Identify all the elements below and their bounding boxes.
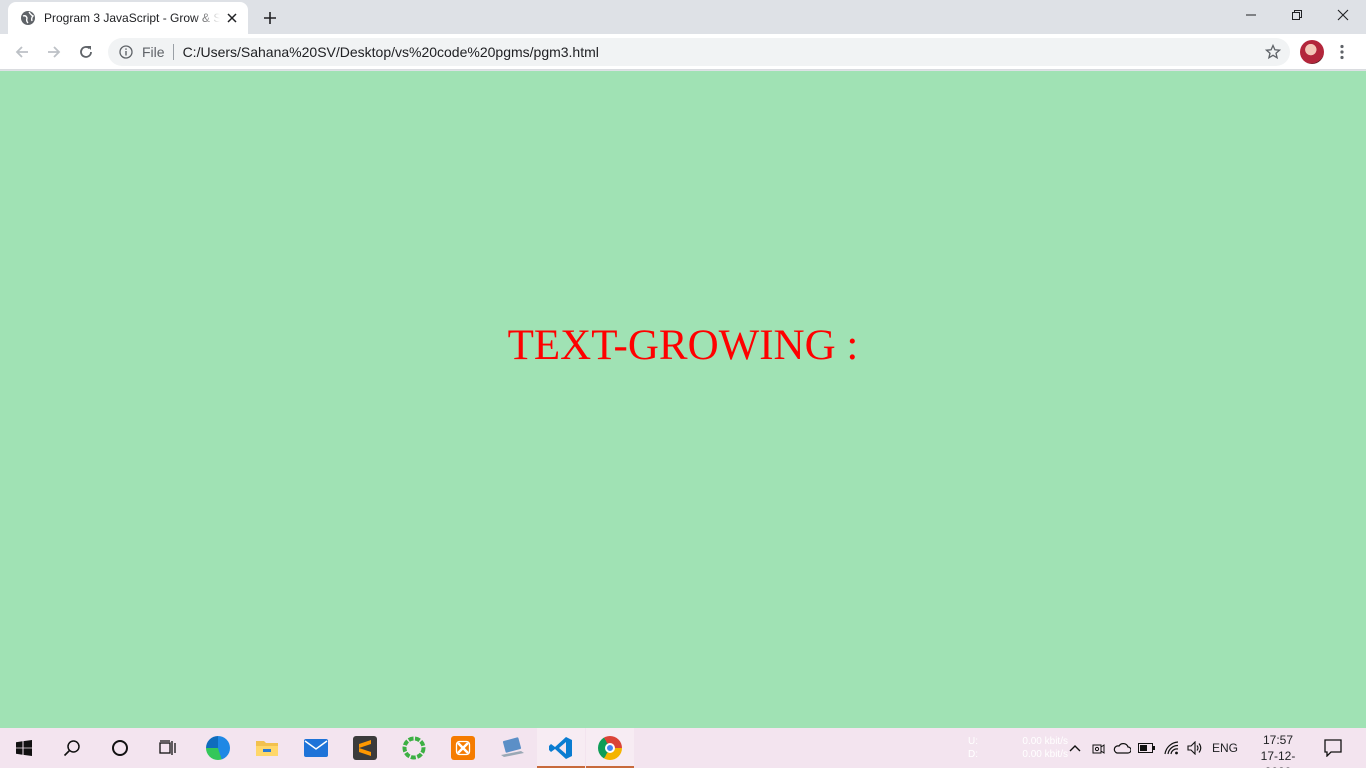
onedrive-icon[interactable] — [1112, 738, 1132, 758]
file-explorer-icon[interactable] — [243, 728, 291, 768]
restore-icon[interactable] — [1274, 0, 1320, 30]
profile-avatar[interactable] — [1300, 40, 1324, 64]
site-info-icon[interactable] — [118, 44, 134, 60]
globe-icon — [20, 10, 36, 26]
growing-text: TEXT-GROWING : — [507, 322, 859, 369]
minimize-icon[interactable] — [1228, 0, 1274, 30]
search-icon[interactable] — [48, 728, 96, 768]
tab-strip: Program 3 JavaScript - Grow & Shrink — [0, 0, 1366, 34]
wifi-icon[interactable] — [1162, 738, 1182, 758]
address-bar[interactable]: File C:/Users/Sahana%20SV/Desktop/vs%20c… — [108, 38, 1290, 66]
upload-label: U: — [968, 736, 978, 747]
system-clock[interactable]: 17:57 17-12-2020 — [1248, 732, 1308, 768]
clock-time: 17:57 — [1262, 733, 1294, 747]
green-circle-app-icon[interactable] — [390, 728, 438, 768]
notification-center-icon[interactable] — [1320, 736, 1346, 760]
back-icon[interactable] — [8, 38, 36, 66]
input-language[interactable]: ENG — [1212, 741, 1238, 755]
cortana-icon[interactable] — [96, 728, 144, 768]
laptop-app-icon[interactable] — [488, 728, 536, 768]
windows-start-icon[interactable] — [0, 728, 48, 768]
download-label: D: — [968, 749, 978, 760]
download-value: 0.00 kbit/s — [1022, 749, 1068, 760]
new-tab-button[interactable] — [258, 6, 282, 30]
reload-icon[interactable] — [72, 38, 100, 66]
volume-icon[interactable] — [1185, 738, 1205, 758]
edge-icon[interactable] — [194, 728, 242, 768]
url-text[interactable]: C:/Users/Sahana%20SV/Desktop/vs%20code%2… — [183, 44, 599, 60]
battery-icon[interactable] — [1137, 738, 1157, 758]
bookmark-star-icon[interactable] — [1264, 43, 1282, 61]
page-viewport: TEXT-GROWING : — [0, 71, 1366, 728]
url-scheme-label: File — [142, 44, 165, 60]
task-view-icon[interactable] — [144, 728, 192, 768]
windows-taskbar: U: 0.00 kbit/s D: 0.00 kbit/s ENG 17:57 17… — [0, 728, 1366, 768]
tab-title: Program 3 JavaScript - Grow & Shrink — [44, 11, 220, 25]
mail-icon[interactable] — [292, 728, 340, 768]
browser-tab[interactable]: Program 3 JavaScript - Grow & Shrink — [8, 2, 248, 34]
chevron-up-icon[interactable] — [1065, 738, 1085, 758]
vscode-icon[interactable] — [537, 728, 585, 768]
tab-close-icon[interactable] — [224, 10, 240, 26]
browser-toolbar: File C:/Users/Sahana%20SV/Desktop/vs%20c… — [0, 34, 1366, 70]
close-icon[interactable] — [1320, 0, 1366, 30]
forward-icon[interactable] — [40, 38, 68, 66]
chrome-icon[interactable] — [586, 728, 634, 768]
kebab-menu-icon[interactable] — [1334, 40, 1350, 64]
xampp-icon[interactable] — [439, 728, 487, 768]
omnibox-divider — [172, 44, 174, 60]
meet-now-icon[interactable] — [1088, 738, 1108, 758]
clock-date: 17-12-2020 — [1260, 749, 1296, 768]
network-speed-meter: U: 0.00 kbit/s D: 0.00 kbit/s — [968, 735, 1068, 763]
upload-value: 0.00 kbit/s — [1022, 736, 1068, 747]
sublime-text-icon[interactable] — [341, 728, 389, 768]
